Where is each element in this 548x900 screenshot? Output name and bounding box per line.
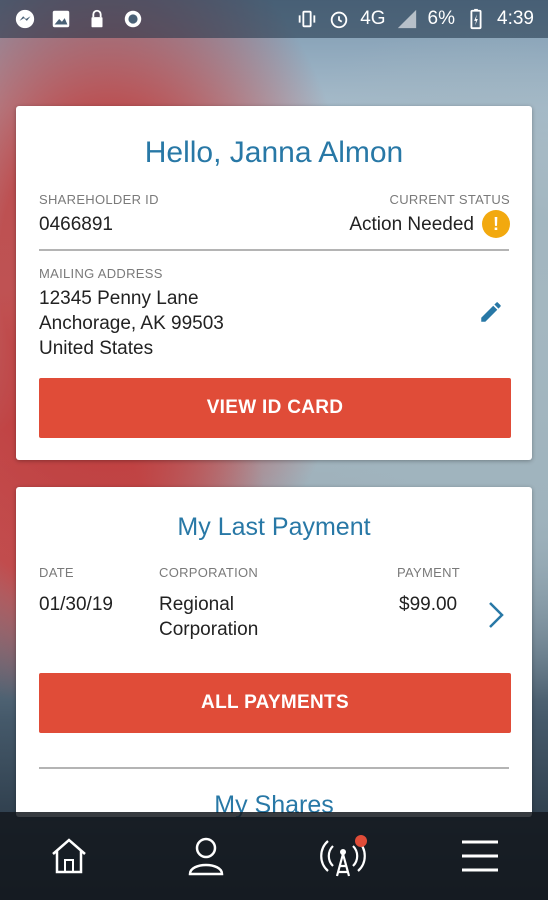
all-payments-button[interactable]: ALL PAYMENTS [39,673,511,733]
last-payment-card: My Last Payment DATE CORPORATION PAYMENT… [16,487,532,817]
notification-dot [354,835,367,847]
lock-icon [91,9,103,28]
payment-date: 01/30/19 [39,594,113,615]
address-line-1: 12345 Penny Lane [39,288,199,309]
nav-broadcast[interactable] [313,826,373,886]
shareholder-id-label: SHAREHOLDER ID [39,192,159,207]
address-line-3: United States [39,338,154,359]
clock: 4:39 [497,8,534,29]
nav-home[interactable] [39,826,99,886]
chevron-right-icon[interactable] [486,601,506,629]
warning-icon: ! [482,210,510,238]
nav-profile[interactable] [176,826,236,886]
status-bar: 4G 6% 4:39 [0,0,548,38]
last-payment-title: My Last Payment [177,513,371,541]
home-icon [51,838,86,874]
profile-icon [188,837,223,876]
edit-pencil-icon[interactable] [478,299,504,325]
image-icon [52,10,70,28]
record-icon [124,10,142,28]
vibrate-icon [298,10,316,28]
view-id-card-button[interactable]: VIEW ID CARD [39,378,511,438]
status-label: CURRENT STATUS [389,192,510,207]
divider [39,767,509,769]
battery-percent: 6% [427,8,456,29]
bottom-nav [0,812,548,900]
payment-amount: $99.00 [399,594,458,615]
address-label: MAILING ADDRESS [39,266,163,281]
status-value: Action Needed [349,214,474,235]
date-label: DATE [39,565,74,580]
shareholder-id-value: 0466891 [39,214,113,235]
signal-icon [397,9,416,29]
nav-menu[interactable] [450,826,510,886]
battery-icon [470,8,482,30]
messenger-icon [15,9,35,29]
payment-corporation-line-1: Regional [159,594,234,615]
alarm-icon [330,11,348,29]
divider [39,249,509,251]
payment-corporation-line-2: Corporation [159,619,259,640]
address-line-2: Anchorage, AK 99503 [39,313,224,334]
payment-label: PAYMENT [397,565,461,580]
network-type: 4G [360,8,386,29]
greeting: Hello, Janna Almon [144,136,404,169]
corporation-label: CORPORATION [159,565,259,580]
profile-card: Hello, Janna Almon SHAREHOLDER ID 046689… [16,106,532,460]
menu-icon [461,840,498,872]
